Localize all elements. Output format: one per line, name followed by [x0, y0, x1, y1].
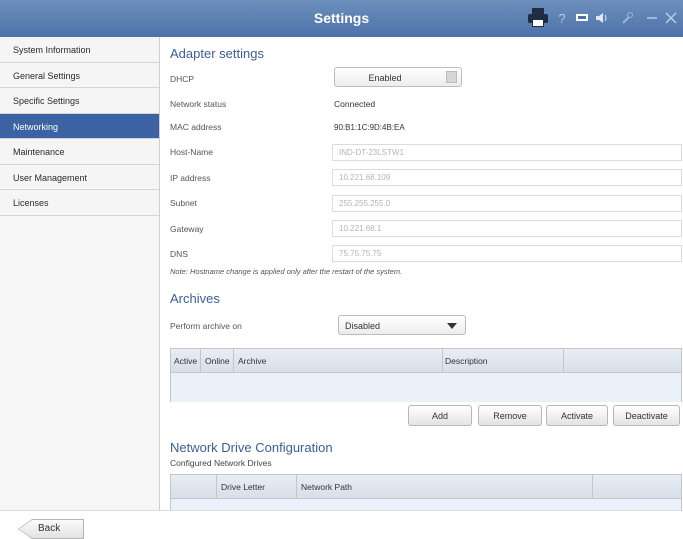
- minimize-icon[interactable]: [646, 9, 658, 27]
- footer: Back: [0, 510, 683, 539]
- printer-icon[interactable]: [528, 8, 548, 28]
- perform-archive-value: Disabled: [345, 321, 381, 331]
- gateway-label: Gateway: [170, 224, 204, 234]
- sidebar-item-specific-settings[interactable]: Specific Settings: [0, 88, 159, 114]
- network-drive-heading: Network Drive Configuration: [170, 440, 333, 455]
- display-icon[interactable]: [574, 9, 590, 27]
- sidebar-item-user-management[interactable]: User Management: [0, 164, 159, 190]
- subnet-field[interactable]: 255.255.255.0: [332, 195, 682, 212]
- mac-address-label: MAC address: [170, 122, 222, 132]
- sidebar-item-system-information[interactable]: System Information: [0, 37, 159, 63]
- archives-table-header: Active Online Archive Description: [171, 349, 681, 373]
- sidebar-item-general-settings[interactable]: General Settings: [0, 62, 159, 88]
- sidebar: System Information General Settings Spec…: [0, 37, 160, 517]
- help-icon[interactable]: ?: [556, 9, 568, 27]
- subnet-label: Subnet: [170, 198, 197, 208]
- back-label: Back: [38, 523, 61, 534]
- mac-address-value: 90:B1:1C:9D:4B:EA: [334, 123, 405, 132]
- network-drives-table-body[interactable]: [171, 499, 681, 510]
- sidebar-item-licenses[interactable]: Licenses: [0, 190, 159, 216]
- dhcp-value: Enabled: [368, 73, 402, 83]
- gateway-field[interactable]: 10.221.68.1: [332, 220, 682, 237]
- hostname-note: Note: Hostname change is applied only af…: [170, 267, 403, 276]
- host-name-label: Host-Name: [170, 147, 213, 157]
- dhcp-toggle[interactable]: Enabled: [334, 67, 462, 87]
- wrench-icon[interactable]: [620, 9, 634, 27]
- toggle-knob: [446, 71, 457, 83]
- ip-address-field[interactable]: 10.221.68.109: [332, 169, 682, 186]
- dhcp-label: DHCP: [170, 74, 195, 84]
- column-header-description[interactable]: Description: [443, 349, 564, 373]
- archives-table-body[interactable]: [171, 373, 681, 402]
- sidebar-item-networking[interactable]: Networking: [0, 113, 159, 139]
- archives-heading: Archives: [170, 291, 220, 306]
- perform-archive-dropdown[interactable]: Disabled: [338, 315, 466, 335]
- sidebar-item-maintenance[interactable]: Maintenance: [0, 139, 159, 165]
- speaker-icon[interactable]: [595, 9, 609, 27]
- configured-drives-label: Configured Network Drives: [170, 458, 272, 468]
- network-drives-table: Drive Letter Network Path: [170, 474, 682, 510]
- host-name-field[interactable]: IND-DT-23LSTW1: [332, 144, 682, 161]
- column-header-blank: [171, 475, 217, 499]
- adapter-settings-heading: Adapter settings: [170, 46, 264, 61]
- activate-button[interactable]: Activate: [546, 405, 608, 426]
- ip-address-label: IP address: [170, 173, 211, 183]
- title-bar: Settings ?: [0, 0, 683, 37]
- network-status-label: Network status: [170, 99, 227, 109]
- column-header-archive[interactable]: Archive: [234, 349, 443, 373]
- main-panel: Adapter settings DHCP Enabled Network st…: [160, 37, 683, 510]
- back-button[interactable]: Back: [18, 519, 84, 539]
- chevron-down-icon: [447, 323, 457, 329]
- add-button[interactable]: Add: [408, 405, 472, 426]
- remove-button[interactable]: Remove: [478, 405, 542, 426]
- archives-table: Active Online Archive Description: [170, 348, 682, 402]
- network-status-value: Connected: [334, 99, 376, 109]
- deactivate-button[interactable]: Deactivate: [613, 405, 680, 426]
- dns-field[interactable]: 75.75.75.75: [332, 245, 682, 262]
- column-header-network-path[interactable]: Network Path: [297, 475, 593, 499]
- column-header-online[interactable]: Online: [201, 349, 234, 373]
- network-drives-table-header: Drive Letter Network Path: [171, 475, 681, 499]
- perform-archive-label: Perform archive on: [170, 321, 242, 331]
- dns-label: DNS: [170, 249, 188, 259]
- column-header-drive-letter[interactable]: Drive Letter: [217, 475, 297, 499]
- column-header-active[interactable]: Active: [171, 349, 201, 373]
- close-icon[interactable]: [664, 9, 678, 27]
